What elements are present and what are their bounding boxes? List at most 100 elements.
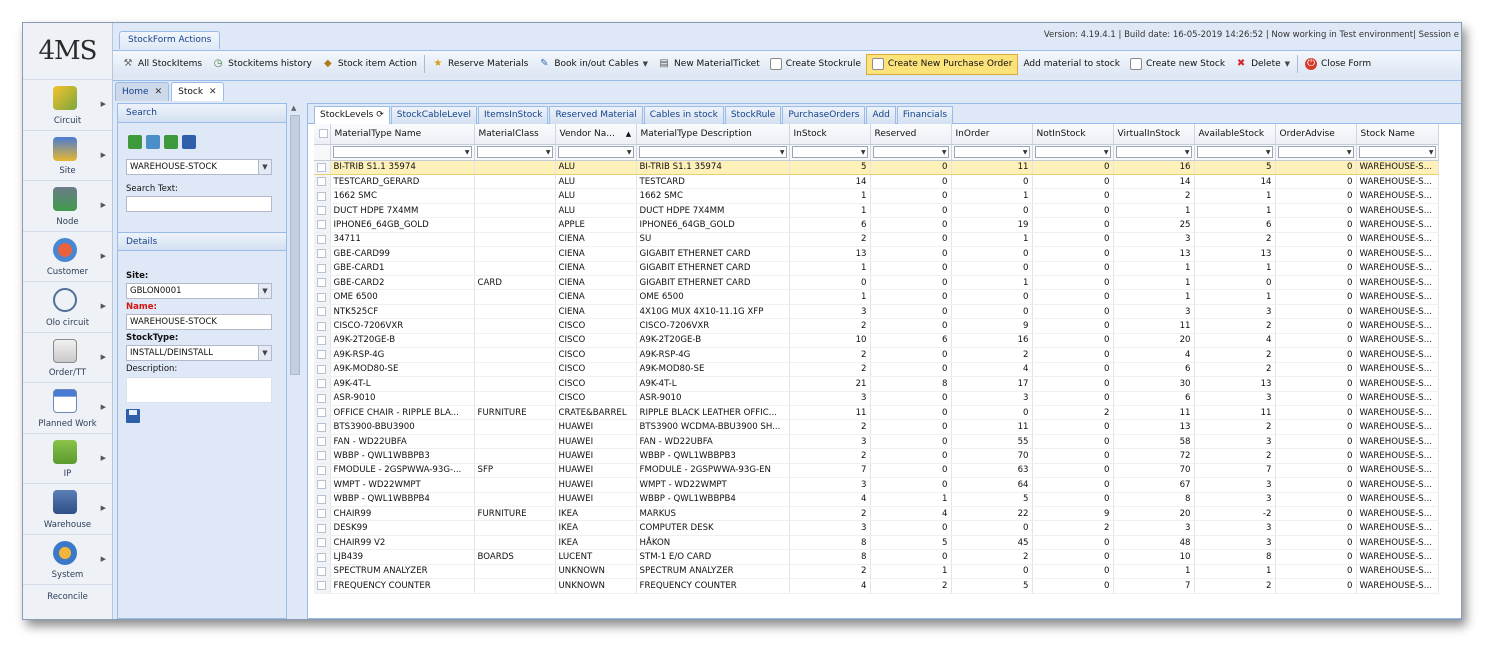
row-checkbox-cell[interactable] [314,549,331,565]
close-form-button[interactable]: ⏻ Close Form [1300,54,1376,75]
warehouse-select[interactable]: WAREHOUSE-STOCK ▼ [126,159,272,175]
table-row[interactable]: SPECTRUM ANALYZER UNKNOWN SPECTRUM ANALYZE… [314,564,1439,580]
filter-input[interactable] [872,146,949,158]
row-checkbox-cell[interactable] [314,376,331,392]
table-row[interactable]: GBE-CARD99 CIENA GIGABIT ETHERNET CARD 13 0 0… [314,246,1439,262]
tab-stockrule[interactable]: StockRule [724,106,782,124]
site-select[interactable]: GBLON0001 ▼ [126,283,272,299]
checkbox[interactable] [317,307,327,317]
chevron-down-icon[interactable]: ▼ [258,160,271,174]
checkbox[interactable] [317,552,327,562]
column-header[interactable]: VirtualInStock [1113,124,1195,145]
stockitems-history-button[interactable]: ◷ Stockitems history [207,54,317,75]
book-cables-button[interactable]: ✎ Book in/out Cables ▼ [533,54,653,75]
checkbox[interactable] [317,379,327,389]
table-row[interactable]: DESK99 IKEA COMPUTER DESK 3 0 0 2 3 3 0 WAREHOUSE-… [314,520,1439,536]
filter-input[interactable] [791,146,868,158]
create-new-stock-button[interactable]: Create new Stock [1125,54,1230,75]
rail-item-system[interactable]: System ▶ [23,533,112,585]
search-text-input[interactable] [126,196,272,212]
table-row[interactable]: GBE-CARD1 CIENA GIGABIT ETHERNET CARD 1 0 0 0 1… [314,261,1439,277]
table-row[interactable]: FREQUENCY COUNTER UNKNOWN FREQUENCY COUNTE… [314,578,1439,594]
checkbox[interactable] [317,422,327,432]
column-header[interactable]: MaterialType Description [636,124,790,145]
checkbox[interactable] [317,509,327,519]
row-checkbox-cell[interactable] [314,362,331,378]
table-row[interactable]: CHAIR99 FURNITURE IKEA MARKUS 2 4 22 9 20 -2 0 WARE… [314,506,1439,522]
rail-item-warehouse[interactable]: Warehouse ▶ [23,483,112,534]
row-checkbox-cell[interactable] [314,232,331,248]
table-row[interactable]: 34711 CIENA SU 2 0 1 0 3 2 0 WAREHOUSE-S... [314,232,1439,248]
tab-purchaseorders[interactable]: PurchaseOrders [782,106,866,124]
column-header[interactable]: AvailableStock [1194,124,1276,145]
refresh-icon[interactable] [146,135,160,149]
chevron-down-icon[interactable]: ▼ [258,284,271,298]
tab-home[interactable]: Home ✕ [115,82,170,101]
tab-add[interactable]: Add [866,106,896,124]
chevron-down-icon[interactable]: ▼ [258,346,271,360]
row-checkbox-cell[interactable] [314,520,331,536]
table-row[interactable]: GBE-CARD2 CARD CIENA GIGABIT ETHERNET CARD 0… [314,275,1439,291]
checkbox[interactable] [317,437,327,447]
checkbox[interactable] [317,408,327,418]
rail-item-reconcile[interactable]: Reconcile [23,584,112,608]
row-checkbox-cell[interactable] [314,160,331,175]
row-checkbox-cell[interactable] [314,203,331,219]
filter-input[interactable] [1358,146,1436,158]
all-stockitems-button[interactable]: ⚒ All StockItems [117,54,207,75]
checkbox[interactable] [317,393,327,403]
checkbox[interactable] [317,292,327,302]
row-checkbox-cell[interactable] [314,318,331,334]
column-header-sorted[interactable]: Vendor Na... ▲ [555,124,637,145]
row-checkbox-cell[interactable] [314,261,331,277]
add-material-to-stock-button[interactable]: Add material to stock [1018,54,1125,75]
rail-item-node[interactable]: Node ▶ [23,180,112,231]
checkbox[interactable] [317,523,327,533]
checkbox[interactable] [319,129,329,139]
tab-itemsinstock[interactable]: ItemsInStock [478,106,549,124]
rail-item-customer[interactable]: Customer ▶ [23,230,112,282]
row-checkbox-cell[interactable] [314,391,331,406]
column-header[interactable]: MaterialType Name [330,124,475,145]
row-checkbox-cell[interactable] [314,463,331,479]
row-checkbox-cell[interactable] [314,333,331,349]
filter-input[interactable] [1034,146,1111,158]
row-checkbox-cell[interactable] [314,477,331,493]
row-checkbox-cell[interactable] [314,289,331,305]
filter-input[interactable] [1277,146,1354,158]
tab-financials[interactable]: Financials [896,106,954,124]
table-row[interactable]: WBBP - QWL1WBBPB3 HUAWEI WBBP - QWL1WBBPB3… [314,448,1439,464]
row-checkbox-cell[interactable] [314,188,331,204]
row-checkbox-cell[interactable] [314,217,331,233]
table-row[interactable]: OFFICE CHAIR - RIPPLE BLA... FURNITURE CRA… [314,405,1439,421]
row-checkbox-cell[interactable] [314,506,331,522]
column-header[interactable]: MaterialClass [474,124,556,145]
table-row[interactable]: CISCO-7206VXR CISCO CISCO-7206VXR 2 0 9 0 11 2 0 W… [314,318,1439,334]
rail-item-site[interactable]: Site ▶ [23,129,112,181]
reserve-materials-button[interactable]: ★ Reserve Materials [427,54,533,75]
table-row[interactable]: A9K-4T-L CISCO A9K-4T-L 21 8 17 0 30 13 0 WAREHOUS… [314,376,1439,392]
scroll-up-icon[interactable]: ▲ [291,104,296,112]
checkbox[interactable] [317,177,327,187]
select-all-header[interactable] [314,124,331,145]
checkbox[interactable] [317,451,327,461]
column-header[interactable]: Stock Name [1356,124,1439,145]
checkbox[interactable] [317,364,327,374]
add-green-icon[interactable] [128,135,142,149]
checkbox[interactable] [317,321,327,331]
rail-item-order-tt[interactable]: Order/TT ▶ [23,331,112,383]
close-icon[interactable]: ✕ [209,87,217,97]
table-row[interactable]: OME 6500 CIENA OME 6500 1 0 0 0 1 1 0 WAREHOUSE-S.… [314,289,1439,305]
table-row[interactable]: BTS3900-BBU3900 HUAWEI BTS3900 WCDMA-BBU39… [314,419,1439,435]
description-input[interactable] [126,377,272,403]
rail-item-planned-work[interactable]: Planned Work ▶ [23,382,112,433]
row-checkbox-cell[interactable] [314,578,331,594]
checkbox[interactable] [317,335,327,345]
name-input[interactable]: WAREHOUSE-STOCK [126,314,272,330]
checkbox[interactable] [317,350,327,360]
checkbox[interactable] [317,249,327,259]
table-row[interactable]: TESTCARD_GERARD ALU TESTCARD 14 0 0 0 14 14 0 WARE… [314,174,1439,190]
filter-input[interactable] [953,146,1030,158]
checkbox[interactable] [317,162,327,172]
table-row[interactable]: A9K-2T20GE-B CISCO A9K-2T20GE-B 10 6 16 0 20 4 0 W… [314,333,1439,349]
